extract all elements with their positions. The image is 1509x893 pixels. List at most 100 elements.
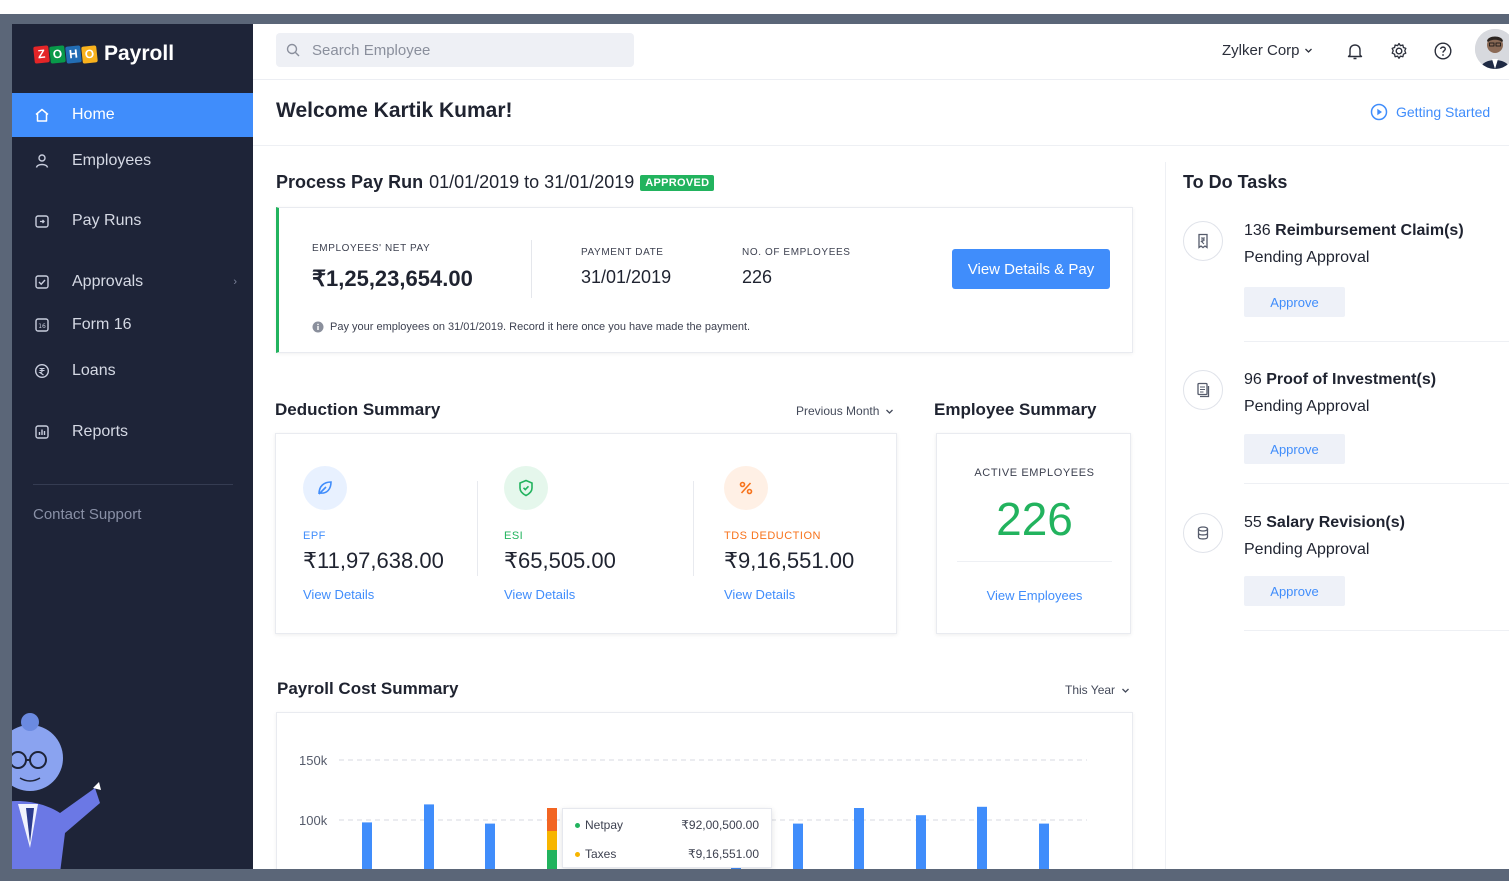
help-icon[interactable] [1432, 40, 1454, 62]
chart-bar[interactable] [793, 823, 803, 872]
dropdown-value: Previous Month [796, 404, 880, 418]
chart-tooltip: Netpay ₹92,00,500.00 Taxes ₹9,16,551.00 [562, 808, 772, 868]
dropdown-value: This Year [1065, 683, 1116, 697]
chart-bar[interactable] [424, 804, 434, 872]
chevron-down-icon [886, 409, 894, 414]
todo-divider [1244, 341, 1509, 342]
chart-bar[interactable] [485, 823, 495, 872]
chart-bar[interactable] [362, 822, 372, 872]
chevron-right-icon: › [233, 276, 237, 288]
tds-column: TDS DEDUCTION ₹9,16,551.00 View Details [724, 434, 894, 634]
active-employees-label: ACTIVE EMPLOYEES [974, 467, 1095, 479]
home-icon [33, 106, 51, 124]
play-circle-icon [1370, 103, 1388, 121]
sidebar-item-form-16[interactable]: 16 Form 16 [12, 303, 253, 347]
pay-run-divider [531, 240, 532, 298]
window-bezel [0, 869, 1509, 881]
tooltip-row: Netpay [575, 818, 623, 832]
sidebar-item-label: Pay Runs [72, 212, 142, 229]
chart-bar[interactable] [1039, 823, 1049, 872]
contact-support-link[interactable]: Contact Support [33, 506, 141, 523]
tds-value: ₹9,16,551.00 [724, 548, 855, 573]
todo-text: 55 Salary Revision(s) Pending Approval [1244, 509, 1405, 563]
coins-icon [1183, 513, 1223, 553]
assistant-mascot-icon[interactable] [0, 708, 110, 873]
column-divider [477, 481, 478, 576]
payroll-cost-title: Payroll Cost Summary [277, 679, 459, 698]
view-employees-link[interactable]: View Employees [937, 588, 1132, 603]
panel-divider [1165, 162, 1166, 869]
deduction-period-dropdown[interactable]: Previous Month [796, 404, 894, 418]
sidebar-item-label: Form 16 [72, 316, 132, 333]
payrun-icon [33, 212, 51, 230]
getting-started-link[interactable]: Getting Started [1370, 103, 1490, 121]
settings-gear-icon[interactable] [1388, 40, 1410, 62]
sidebar-item-reports[interactable]: Reports [12, 410, 253, 454]
info-icon [312, 321, 324, 333]
product-name: Payroll [104, 42, 175, 65]
epf-label: EPF [303, 530, 326, 542]
sidebar-item-approvals[interactable]: Approvals › [12, 260, 253, 304]
user-icon [33, 152, 51, 170]
tds-view-details-link[interactable]: View Details [724, 587, 795, 602]
y-tick-label: 150k [299, 753, 328, 768]
tooltip-value: ₹92,00,500.00 [681, 818, 759, 832]
search-input[interactable] [312, 41, 612, 59]
view-details-pay-button[interactable]: View Details & Pay [952, 249, 1110, 289]
net-pay-value: ₹1,25,23,654.00 [312, 266, 473, 291]
payment-note-text: Pay your employees on 31/01/2019. Record… [330, 321, 751, 333]
deduction-summary-title: Deduction Summary [275, 400, 441, 419]
header-divider [253, 145, 1509, 146]
todo-name: Proof of Investment(s) [1266, 371, 1437, 388]
todo-text: 136 Reimbursement Claim(s) Pending Appro… [1244, 217, 1464, 271]
chart-bar[interactable] [977, 806, 987, 872]
chevron-down-icon [1304, 48, 1312, 53]
user-avatar[interactable] [1475, 29, 1509, 69]
stacked-bar-segment[interactable] [547, 831, 557, 850]
sidebar-item-employees[interactable]: Employees [12, 139, 253, 183]
window-bezel [0, 14, 1509, 24]
organization-switcher[interactable]: Zylker Corp [1222, 42, 1313, 59]
notifications-bell-icon[interactable] [1344, 40, 1366, 62]
net-pay-label: EMPLOYEES' NET PAY [312, 243, 431, 254]
todo-text: 96 Proof of Investment(s) Pending Approv… [1244, 366, 1436, 420]
deduction-summary-card: EPF ₹11,97,638.00 View Details ESI ₹65,5… [275, 433, 897, 634]
todo-divider [1244, 483, 1509, 484]
esi-view-details-link[interactable]: View Details [504, 587, 575, 602]
legend-dot [575, 822, 580, 828]
sidebar-item-label: Reports [72, 423, 129, 440]
chart-bar[interactable] [854, 808, 864, 872]
stacked-bar-segment[interactable] [547, 808, 557, 831]
organization-name: Zylker Corp [1222, 42, 1300, 59]
epf-value: ₹11,97,638.00 [303, 548, 444, 573]
search-icon [286, 43, 300, 57]
sidebar-item-loans[interactable]: Loans [12, 349, 253, 393]
payroll-period-dropdown[interactable]: This Year [1065, 683, 1130, 697]
logo-letter: O [49, 44, 66, 64]
esi-label: ESI [504, 530, 524, 542]
approval-check-icon [33, 273, 51, 291]
sidebar-item-pay-runs[interactable]: Pay Runs [12, 199, 253, 243]
tooltip-row: Taxes [575, 847, 616, 861]
todo-status: Pending Approval [1244, 541, 1370, 558]
zoho-payroll-logo[interactable]: ZOHO Payroll [33, 40, 175, 68]
todo-status: Pending Approval [1244, 249, 1370, 266]
tooltip-value: ₹9,16,551.00 [687, 847, 759, 861]
approve-button[interactable]: Approve [1244, 576, 1345, 606]
leaf-icon [303, 466, 347, 510]
approve-button[interactable]: Approve [1244, 434, 1345, 464]
todo-item-investment-proof: 96 Proof of Investment(s) Pending Approv… [1183, 366, 1509, 506]
chart-bar[interactable] [916, 815, 926, 872]
documents-icon [1183, 370, 1223, 410]
form16-icon: 16 [33, 316, 51, 334]
epf-view-details-link[interactable]: View Details [303, 587, 374, 602]
sidebar-item-home[interactable]: Home [12, 93, 253, 137]
search-box[interactable] [276, 33, 634, 67]
report-icon [33, 423, 51, 441]
approve-button[interactable]: Approve [1244, 287, 1345, 317]
payment-date-label: PAYMENT DATE [581, 247, 664, 258]
sidebar-item-label: Approvals [72, 273, 144, 290]
todo-name: Reimbursement Claim(s) [1275, 222, 1464, 239]
epf-column: EPF ₹11,97,638.00 View Details [303, 434, 473, 634]
status-badge: APPROVED [640, 174, 715, 191]
